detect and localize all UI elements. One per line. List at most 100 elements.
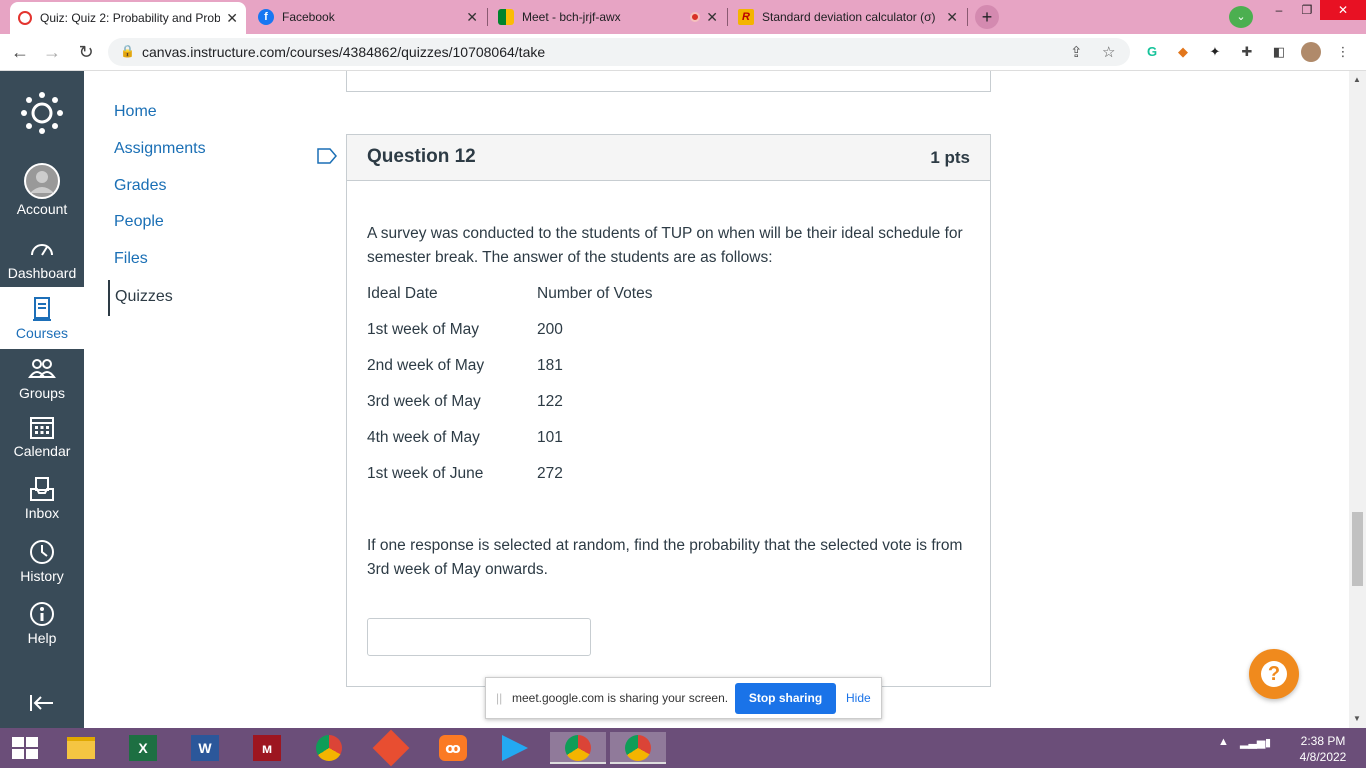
tab-title: Standard deviation calculator (σ) [762,10,936,24]
nav-inbox[interactable]: Inbox [0,475,84,521]
minimize-button[interactable]: – [1264,0,1294,20]
previous-question-box [346,71,991,92]
metamask-icon[interactable]: ◆ [1173,42,1193,62]
address-bar[interactable]: 🔒 canvas.instructure.com/courses/4384862… [108,38,1130,66]
table-cell: 122 [537,393,563,410]
answer-input[interactable] [367,618,591,656]
close-icon[interactable]: ✕ [946,9,958,26]
course-nav-files[interactable]: Files [114,250,148,268]
forward-button[interactable]: → [40,40,64,64]
facebook-icon: f [258,9,274,25]
flag-question-icon[interactable] [317,147,337,165]
stop-sharing-button[interactable]: Stop sharing [735,683,836,714]
xampp-icon[interactable]: ꝏ [433,732,473,764]
profile-avatar-icon[interactable] [1301,42,1321,62]
question-card: Question 12 1 pts A survey was conducted… [346,134,991,687]
taskbar-clock[interactable]: 2:38 PM 4/8/2022 [1294,733,1352,765]
file-explorer-icon[interactable] [61,732,101,764]
window-close-button[interactable]: ✕ [1320,0,1366,20]
chrome-icon[interactable] [550,732,606,764]
url-text: canvas.instructure.com/courses/4384862/q… [142,44,546,60]
side-panel-icon[interactable]: ◧ [1269,42,1289,62]
recording-icon [690,12,701,22]
tab-title: Quiz: Quiz 2: Probability and Prob [40,11,221,25]
extensions-puzzle-icon[interactable]: ✚ [1237,42,1257,62]
restore-button[interactable]: ❐ [1294,0,1320,20]
google-meet-icon [498,9,514,25]
course-nav-people[interactable]: People [114,213,164,231]
extension-bat-icon[interactable]: ✦ [1205,42,1225,62]
tab-search-button[interactable]: ⌄ [1229,6,1253,28]
table-cell: 1st week of May [367,321,479,338]
close-icon[interactable]: ✕ [466,9,478,26]
canvas-logo-icon[interactable] [20,91,64,135]
canvas-icon [18,11,32,25]
grammarly-icon[interactable]: G [1142,42,1162,62]
close-icon[interactable]: ✕ [226,10,238,27]
chrome-icon[interactable] [309,732,349,764]
bookmark-star-icon[interactable]: ☆ [1102,43,1115,61]
new-tab-button[interactable]: + [975,5,999,29]
tab-quiz[interactable]: Quiz: Quiz 2: Probability and Prob ✕ [10,2,246,34]
table-header: Number of Votes [537,285,653,302]
question-mark-icon: ? [1261,661,1287,687]
tab-title: Facebook [282,10,335,24]
tab-divider [727,8,728,26]
git-icon[interactable] [371,729,411,767]
drag-handle-icon[interactable]: || [496,691,502,705]
nav-courses[interactable]: Courses [0,287,84,349]
nav-history[interactable]: History [0,538,84,584]
tab-meet[interactable]: Meet - bch-jrjf-awx ✕ [490,4,726,30]
tab-facebook[interactable]: f Facebook ✕ [250,4,486,30]
course-nav-grades[interactable]: Grades [114,177,166,195]
nav-help[interactable]: Help [0,600,84,646]
share-message: meet.google.com is sharing your screen. [512,691,729,705]
table-cell: 4th week of May [367,429,480,446]
word-icon[interactable]: W [185,732,225,764]
nav-groups[interactable]: Groups [0,355,84,401]
question-points: 1 pts [930,148,970,167]
course-nav-home[interactable]: Home [114,103,157,121]
nav-label: Account [16,201,68,217]
course-nav-assignments[interactable]: Assignments [114,140,206,158]
mendeley-icon[interactable]: ᴍ [247,732,287,764]
clock-date: 4/8/2022 [1299,750,1347,764]
nav-account[interactable]: Account [0,163,84,217]
scroll-down-icon[interactable]: ▼ [1353,714,1361,723]
share-icon[interactable]: ⇪ [1070,43,1083,61]
vscode-icon[interactable] [495,732,535,764]
back-button[interactable]: ← [8,40,32,64]
tab-title: Meet - bch-jrjf-awx [522,10,621,24]
nav-label: Help [27,630,57,646]
nav-dashboard[interactable]: Dashboard [0,235,84,281]
nav-label: Courses [15,325,69,341]
nav-label: Dashboard [7,265,77,281]
scroll-up-icon[interactable]: ▲ [1353,75,1361,84]
avatar-icon [24,163,60,199]
tab-divider [967,8,968,26]
close-icon[interactable]: ✕ [706,9,718,26]
battery-icon[interactable]: ▮ [1265,736,1271,749]
start-icon[interactable] [12,737,38,759]
page-scrollbar[interactable]: ▲ ▼ [1349,71,1366,728]
excel-icon[interactable]: X [123,732,163,764]
inbox-icon [30,477,54,501]
reload-button[interactable]: ↻ [74,40,98,64]
wifi-signal-icon[interactable]: ▂▃▅ [1240,736,1265,749]
hide-button[interactable]: Hide [846,691,871,705]
browser-toolbar: ← → ↻ 🔒 canvas.instructure.com/courses/4… [0,34,1366,71]
nav-calendar[interactable]: Calendar [0,413,84,459]
scrollbar-thumb[interactable] [1352,512,1363,586]
menu-kebab-icon[interactable]: ⋮ [1333,42,1353,62]
collapse-nav-icon[interactable] [29,693,55,713]
help-icon [30,602,54,626]
help-fab-button[interactable]: ? [1249,649,1299,699]
course-nav-quizzes[interactable]: Quizzes [108,280,173,316]
tray-chevron-icon[interactable]: ▲ [1218,736,1229,748]
question-title: Question 12 [367,146,476,167]
question-prompt: If one response is selected at random, f… [367,537,963,578]
tab-std-calc[interactable]: R Standard deviation calculator (σ) ✕ [730,4,966,30]
table-cell: 101 [537,429,563,446]
chrome-icon[interactable] [610,732,666,764]
screen-share-bar: || meet.google.com is sharing your scree… [485,677,882,719]
